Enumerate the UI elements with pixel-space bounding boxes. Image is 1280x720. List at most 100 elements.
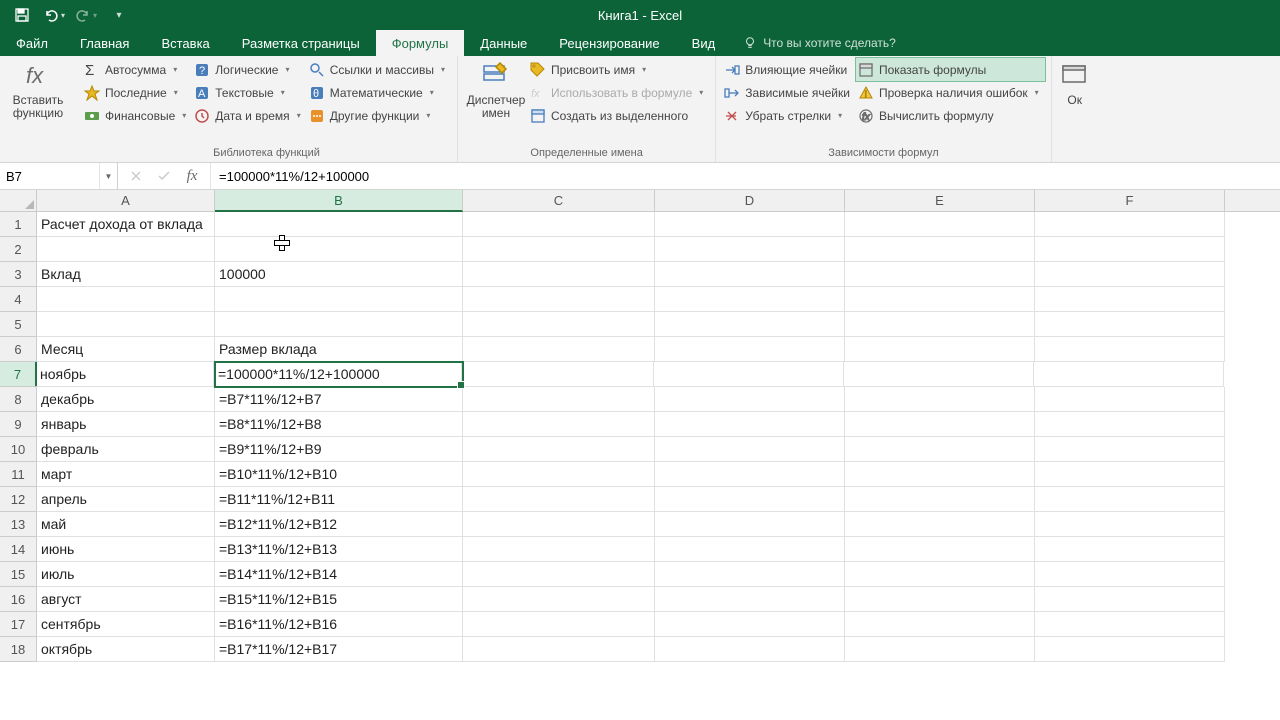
row-header-15[interactable]: 15 — [0, 562, 37, 587]
cell-F5[interactable] — [1035, 312, 1225, 337]
cell-D16[interactable] — [655, 587, 845, 612]
cell-C16[interactable] — [463, 587, 655, 612]
cell-B14[interactable]: =B13*11%/12+B13 — [215, 537, 463, 562]
redo-button[interactable]: ▾ — [72, 1, 100, 29]
cell-F6[interactable] — [1035, 337, 1225, 362]
cell-B17[interactable]: =B16*11%/12+B16 — [215, 612, 463, 637]
cell-F15[interactable] — [1035, 562, 1225, 587]
cell-F13[interactable] — [1035, 512, 1225, 537]
cell-C1[interactable] — [463, 212, 655, 237]
evaluate-formula-button[interactable]: fxВычислить формулу — [856, 104, 1045, 127]
cell-F2[interactable] — [1035, 237, 1225, 262]
customize-qat-button[interactable]: ▾ — [104, 1, 132, 29]
row-header-13[interactable]: 13 — [0, 512, 37, 537]
cell-F8[interactable] — [1035, 387, 1225, 412]
cell-C14[interactable] — [463, 537, 655, 562]
cell-E7[interactable] — [844, 362, 1034, 387]
cell-A3[interactable]: Вклад — [37, 262, 215, 287]
cell-E8[interactable] — [845, 387, 1035, 412]
cell-D3[interactable] — [655, 262, 845, 287]
cell-F9[interactable] — [1035, 412, 1225, 437]
column-header-A[interactable]: A — [37, 190, 215, 211]
cell-E2[interactable] — [845, 237, 1035, 262]
cell-C7[interactable] — [462, 362, 654, 387]
cell-C3[interactable] — [463, 262, 655, 287]
cell-B10[interactable]: =B9*11%/12+B9 — [215, 437, 463, 462]
cell-F10[interactable] — [1035, 437, 1225, 462]
cell-B2[interactable] — [215, 237, 463, 262]
show-formulas-button[interactable]: Показать формулы — [856, 58, 1045, 81]
cell-C10[interactable] — [463, 437, 655, 462]
cell-A18[interactable]: октябрь — [37, 637, 215, 662]
cell-E12[interactable] — [845, 487, 1035, 512]
worksheet-grid[interactable]: ABCDEF 1Расчет дохода от вклада23Вклад10… — [0, 190, 1280, 662]
cell-B6[interactable]: Размер вклада — [215, 337, 463, 362]
cell-B11[interactable]: =B10*11%/12+B10 — [215, 462, 463, 487]
lookup-button[interactable]: Ссылки и массивы▾ — [307, 58, 451, 81]
cell-B8[interactable]: =B7*11%/12+B7 — [215, 387, 463, 412]
name-box[interactable]: B7 ▼ — [0, 163, 118, 189]
cell-D13[interactable] — [655, 512, 845, 537]
trace-dependents-button[interactable]: Зависимые ячейки — [722, 81, 856, 104]
row-header-2[interactable]: 2 — [0, 237, 37, 262]
cell-B15[interactable]: =B14*11%/12+B14 — [215, 562, 463, 587]
row-header-14[interactable]: 14 — [0, 537, 37, 562]
insert-function-button[interactable]: fx Вставитьфункцию — [6, 58, 70, 120]
row-header-16[interactable]: 16 — [0, 587, 37, 612]
recent-button[interactable]: Последние▾ — [82, 81, 192, 104]
cell-D6[interactable] — [655, 337, 845, 362]
cell-A13[interactable]: май — [37, 512, 215, 537]
row-header-18[interactable]: 18 — [0, 637, 37, 662]
cell-A17[interactable]: сентябрь — [37, 612, 215, 637]
math-button[interactable]: θМатематические▾ — [307, 81, 451, 104]
cell-D1[interactable] — [655, 212, 845, 237]
more-functions-button[interactable]: Другие функции▾ — [307, 104, 451, 127]
cell-B4[interactable] — [215, 287, 463, 312]
financial-button[interactable]: Финансовые▾ — [82, 104, 192, 127]
remove-arrows-button[interactable]: Убрать стрелки▾ — [722, 104, 856, 127]
name-box-dropdown[interactable]: ▼ — [99, 163, 117, 189]
row-header-17[interactable]: 17 — [0, 612, 37, 637]
formula-input[interactable]: =100000*11%/12+100000 — [211, 163, 1280, 189]
cell-F1[interactable] — [1035, 212, 1225, 237]
datetime-button[interactable]: Дата и время▾ — [192, 104, 306, 127]
cell-B12[interactable]: =B11*11%/12+B11 — [215, 487, 463, 512]
cell-F3[interactable] — [1035, 262, 1225, 287]
cell-B7[interactable]: =100000*11%/12+100000 — [214, 362, 462, 387]
cell-A1[interactable]: Расчет дохода от вклада — [37, 212, 215, 237]
cell-A15[interactable]: июль — [37, 562, 215, 587]
column-header-F[interactable]: F — [1035, 190, 1225, 211]
save-button[interactable] — [8, 1, 36, 29]
cell-C13[interactable] — [463, 512, 655, 537]
row-header-4[interactable]: 4 — [0, 287, 37, 312]
cell-C11[interactable] — [463, 462, 655, 487]
row-header-10[interactable]: 10 — [0, 437, 37, 462]
cell-C5[interactable] — [463, 312, 655, 337]
select-all-corner[interactable] — [0, 190, 37, 211]
cell-B3[interactable]: 100000 — [215, 262, 463, 287]
cell-C18[interactable] — [463, 637, 655, 662]
insert-function-fbar-button[interactable]: fx — [178, 163, 206, 189]
cell-E15[interactable] — [845, 562, 1035, 587]
cell-D10[interactable] — [655, 437, 845, 462]
cell-A14[interactable]: июнь — [37, 537, 215, 562]
error-checking-button[interactable]: !Проверка наличия ошибок▾ — [856, 81, 1045, 104]
cell-B9[interactable]: =B8*11%/12+B8 — [215, 412, 463, 437]
row-header-5[interactable]: 5 — [0, 312, 37, 337]
cell-A12[interactable]: апрель — [37, 487, 215, 512]
cell-D11[interactable] — [655, 462, 845, 487]
cell-C2[interactable] — [463, 237, 655, 262]
tell-me-search[interactable]: Что вы хотите сделать? — [731, 30, 908, 56]
cell-E9[interactable] — [845, 412, 1035, 437]
create-from-selection-button[interactable]: Создать из выделенного — [528, 104, 709, 127]
cell-F11[interactable] — [1035, 462, 1225, 487]
tab-view[interactable]: Вид — [676, 30, 732, 56]
tab-insert[interactable]: Вставка — [145, 30, 225, 56]
cell-D7[interactable] — [654, 362, 844, 387]
cell-A16[interactable]: август — [37, 587, 215, 612]
cell-D4[interactable] — [655, 287, 845, 312]
cell-E17[interactable] — [845, 612, 1035, 637]
autosum-button[interactable]: ΣАвтосумма▾ — [82, 58, 192, 81]
cell-E6[interactable] — [845, 337, 1035, 362]
cell-D5[interactable] — [655, 312, 845, 337]
